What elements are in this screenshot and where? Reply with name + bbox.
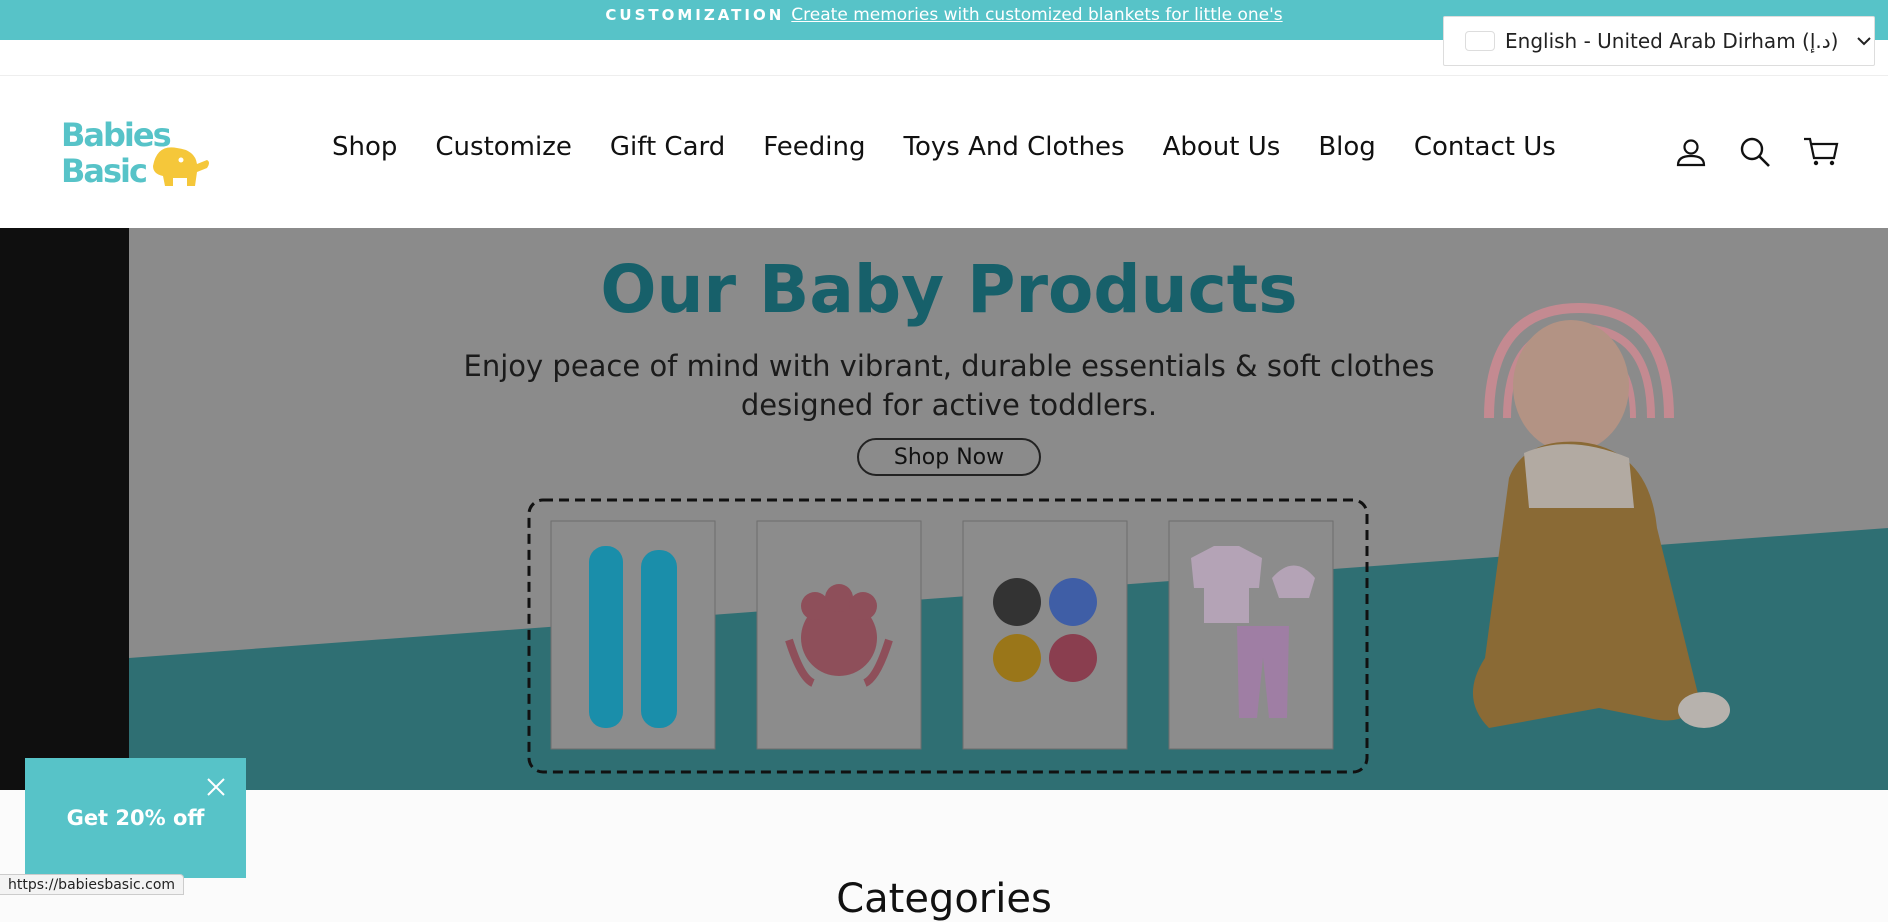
site-header: Babies Basic Shop Customize Gift Card Fe… bbox=[0, 76, 1888, 228]
status-bar-url: https://babiesbasic.com bbox=[0, 874, 185, 895]
nav-item-blog[interactable]: Blog bbox=[1318, 132, 1375, 162]
discount-popup[interactable]: Get 20% off bbox=[25, 758, 246, 878]
chevron-down-icon bbox=[1857, 37, 1872, 46]
locale-selector[interactable]: English - United Arab Dirham (د.إ) bbox=[1443, 16, 1875, 66]
hero-subtitle-line1: Enjoy peace of mind with vibrant, durabl… bbox=[464, 349, 1435, 383]
product-card-clothes[interactable] bbox=[1168, 520, 1334, 750]
announcement-link[interactable]: Create memories with customized blankets… bbox=[791, 5, 1282, 25]
cart-icon[interactable] bbox=[1803, 136, 1839, 168]
product-card-bowls[interactable] bbox=[962, 520, 1128, 750]
hero-subtitle-line2: designed for active toddlers. bbox=[741, 388, 1157, 422]
nav-item-feeding[interactable]: Feeding bbox=[763, 132, 865, 162]
hero-shop-now-label: Shop Now bbox=[894, 445, 1004, 470]
flag-icon bbox=[1465, 31, 1495, 51]
section-heading: Categories bbox=[836, 876, 1052, 922]
product-card-spoons[interactable] bbox=[550, 520, 716, 750]
main-nav: Shop Customize Gift Card Feeding Toys An… bbox=[332, 132, 1556, 162]
bowl-image bbox=[993, 578, 1041, 626]
nav-item-customize[interactable]: Customize bbox=[435, 132, 571, 162]
nav-item-gift-card[interactable]: Gift Card bbox=[610, 132, 725, 162]
account-icon[interactable] bbox=[1675, 136, 1707, 168]
hero-image[interactable]: Our Baby Products Enjoy peace of mind wi… bbox=[129, 228, 1888, 790]
announcement-label: CUSTOMIZATION bbox=[605, 6, 785, 24]
logo-line1: Babies bbox=[61, 116, 171, 154]
hero-title: Our Baby Products bbox=[600, 251, 1297, 328]
logo-line2: Basic bbox=[61, 152, 146, 190]
spoon-image bbox=[589, 546, 623, 728]
discount-popup-text: Get 20% off bbox=[66, 806, 205, 830]
nav-item-contact-us[interactable]: Contact Us bbox=[1414, 132, 1556, 162]
search-icon[interactable] bbox=[1739, 136, 1771, 168]
nav-item-toys-and-clothes[interactable]: Toys And Clothes bbox=[904, 132, 1125, 162]
nav-item-shop[interactable]: Shop bbox=[332, 132, 397, 162]
elephant-icon bbox=[153, 147, 209, 186]
babies-basic-logo[interactable]: Babies Basic bbox=[61, 114, 213, 192]
locale-selector-value: English - United Arab Dirham (د.إ) bbox=[1505, 29, 1839, 53]
product-card-plate[interactable] bbox=[756, 520, 922, 750]
hero-banner: Our Baby Products Enjoy peace of mind wi… bbox=[0, 228, 1888, 790]
nav-item-about-us[interactable]: About Us bbox=[1163, 132, 1281, 162]
close-icon[interactable] bbox=[205, 776, 227, 798]
spoon-image bbox=[641, 550, 677, 728]
